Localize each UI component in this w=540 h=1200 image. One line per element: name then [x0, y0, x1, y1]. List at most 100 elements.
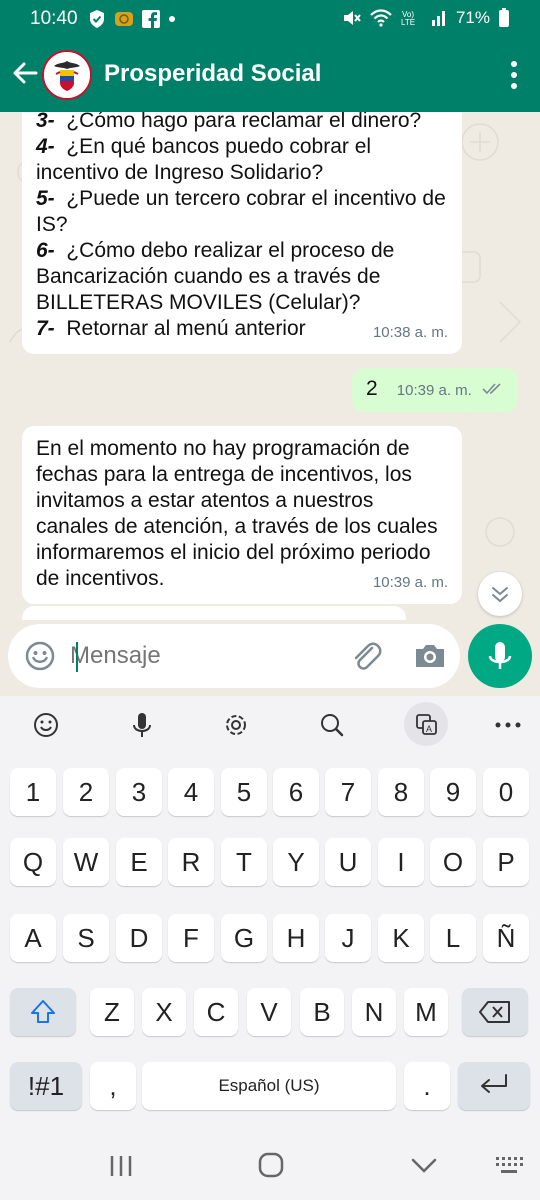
menu-item: 3- ¿Cómo hago para reclamar el dinero? — [36, 112, 448, 134]
coin-icon — [115, 12, 133, 26]
message-time: 10:38 a. m. — [372, 324, 448, 341]
key-r[interactable]: R — [168, 838, 214, 886]
mic-icon — [488, 642, 512, 669]
keyboard-search-button[interactable] — [308, 696, 356, 754]
emoji-icon[interactable] — [22, 638, 58, 674]
key-3[interactable]: 3 — [116, 768, 162, 816]
key-2[interactable]: 2 — [63, 768, 109, 816]
shield-icon — [90, 10, 104, 28]
message-input[interactable] — [70, 638, 340, 674]
chat-messages[interactable]: 3- ¿Cómo hago para reclamar el dinero? 4… — [0, 112, 540, 620]
keyboard-switch-icon[interactable] — [494, 1154, 524, 1178]
space-bar[interactable]: Español (US) — [142, 1062, 396, 1110]
keyboard-voice-button[interactable] — [118, 696, 166, 754]
shift-key[interactable] — [10, 988, 76, 1036]
key-b[interactable]: B — [300, 988, 344, 1036]
key-q[interactable]: Q — [10, 838, 56, 886]
key-f[interactable]: F — [168, 914, 214, 962]
keyboard-more-button[interactable] — [484, 696, 532, 754]
key-l[interactable]: L — [430, 914, 476, 962]
period-key[interactable]: . — [404, 1062, 450, 1110]
key-e[interactable]: E — [116, 838, 162, 886]
menu-item-number: 4- — [36, 135, 55, 158]
svg-text:LTE: LTE — [401, 18, 415, 27]
key-t[interactable]: T — [221, 838, 267, 886]
message-bubble-outgoing[interactable]: 2 10:39 a. m. — [352, 368, 518, 412]
message-bubble-incoming[interactable]: En el momento no hay programación de fec… — [22, 426, 462, 604]
more-icon — [495, 722, 521, 728]
key-8[interactable]: 8 — [378, 768, 424, 816]
key-6[interactable]: 6 — [273, 768, 319, 816]
key-x[interactable]: X — [142, 988, 186, 1036]
key-s[interactable]: S — [63, 914, 109, 962]
menu-item: 6- ¿Cómo debo realizar el proceso de Ban… — [36, 238, 448, 316]
keyboard-settings-button[interactable] — [212, 696, 260, 754]
chat-title[interactable]: Prosperidad Social — [104, 60, 321, 88]
back-arrow-icon[interactable] — [10, 58, 40, 88]
battery-percent: 71% — [455, 8, 490, 27]
app-bar: 10:40 Vo) LTE 71% Prosperidad Social — [0, 0, 540, 112]
enter-key[interactable] — [458, 1062, 530, 1110]
keyboard-emoji-button[interactable] — [22, 696, 70, 754]
keyboard-translate-button[interactable]: A — [402, 696, 450, 754]
key-c[interactable]: C — [194, 988, 238, 1036]
symbols-key[interactable]: !#1 — [10, 1062, 82, 1110]
comma-key[interactable]: , — [90, 1062, 136, 1110]
scroll-to-bottom-button[interactable] — [478, 572, 522, 616]
key-5[interactable]: 5 — [221, 768, 267, 816]
key-d[interactable]: D — [116, 914, 162, 962]
contact-avatar[interactable] — [42, 50, 92, 100]
camera-icon[interactable] — [412, 638, 448, 674]
emoji-icon — [34, 713, 58, 737]
key-v[interactable]: V — [247, 988, 291, 1036]
recent-apps-icon[interactable] — [108, 1154, 134, 1178]
shift-arrow-icon — [31, 1000, 55, 1023]
key-z[interactable]: Z — [90, 988, 134, 1036]
key-0[interactable]: 0 — [483, 768, 529, 816]
key-9[interactable]: 9 — [430, 768, 476, 816]
back-chevron-icon[interactable] — [410, 1156, 438, 1176]
notification-icons — [88, 9, 176, 29]
status-bar: 10:40 Vo) LTE 71% — [0, 0, 540, 38]
settings-icon — [226, 715, 246, 735]
key-g[interactable]: G — [221, 914, 267, 962]
menu-item: 4- ¿En qué bancos puedo cobrar el incent… — [36, 134, 448, 186]
key-a[interactable]: A — [10, 914, 56, 962]
key-7[interactable]: 7 — [325, 768, 371, 816]
key-j[interactable]: J — [325, 914, 371, 962]
key-w[interactable]: W — [63, 838, 109, 886]
key-m[interactable]: M — [404, 988, 448, 1036]
message-time: 10:39 a. m. — [396, 382, 472, 399]
message-bubble-incoming[interactable] — [22, 606, 406, 620]
key-1[interactable]: 1 — [10, 768, 56, 816]
message-time-status: 10:39 a. m. — [397, 378, 504, 404]
mute-icon — [343, 11, 361, 25]
menu-item-text: Retornar al menú anterior — [66, 317, 306, 340]
key-4[interactable]: 4 — [168, 768, 214, 816]
translate-icon: A — [416, 714, 437, 735]
chat-header: Prosperidad Social — [0, 38, 540, 112]
double-chevron-down-icon — [492, 587, 508, 603]
key-n[interactable]: N — [352, 988, 396, 1036]
key-i[interactable]: I — [378, 838, 424, 886]
message-bubble-incoming[interactable]: 3- ¿Cómo hago para reclamar el dinero? 4… — [22, 112, 462, 354]
double-check-icon — [482, 383, 501, 395]
home-icon[interactable] — [258, 1152, 284, 1178]
key-o[interactable]: O — [430, 838, 476, 886]
key-u[interactable]: U — [325, 838, 371, 886]
key-p[interactable]: P — [483, 838, 529, 886]
key-y[interactable]: Y — [273, 838, 319, 886]
voice-message-button[interactable] — [468, 624, 532, 688]
key-h[interactable]: H — [273, 914, 319, 962]
signal-icon — [431, 11, 445, 26]
key-enye[interactable]: Ñ — [483, 914, 529, 962]
backspace-key[interactable] — [462, 988, 528, 1036]
volte-icon: Vo)LTE — [401, 10, 415, 27]
svg-text:A: A — [426, 724, 432, 734]
key-k[interactable]: K — [378, 914, 424, 962]
system-icons: Vo) LTE 71% — [342, 8, 510, 28]
message-composer — [8, 624, 460, 688]
attach-icon[interactable] — [348, 638, 384, 674]
menu-item-number: 3- — [36, 112, 55, 132]
more-options-icon[interactable] — [510, 60, 518, 90]
